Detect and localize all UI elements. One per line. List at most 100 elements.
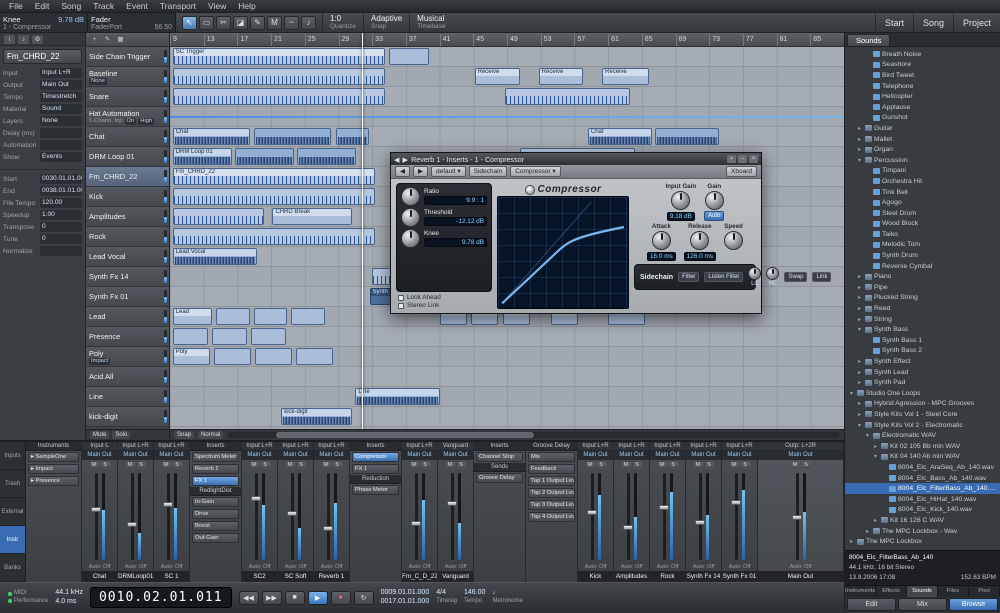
strip-input[interactable]: Input L+R [650,442,685,451]
playhead[interactable] [362,33,363,429]
strip-output[interactable]: Main Out [154,451,189,460]
track-lane[interactable]: kick-digit [170,407,844,427]
browser-item[interactable]: 8004_Elc_FilterBass_Ab_140.wav [845,483,1000,494]
fader[interactable] [695,473,705,560]
inspector-value[interactable]: 0 [40,222,82,232]
mute-button[interactable]: M [321,461,331,469]
browser-item[interactable]: ▸ Guitar [845,123,1000,134]
browser-item[interactable]: ▸ Synth Pad [845,377,1000,388]
strip-name[interactable]: Chat [82,571,117,582]
insert-slot[interactable]: Tap 3 Output Level [528,500,575,510]
solo-button[interactable]: S [172,461,182,469]
menu-help[interactable]: Help [232,1,261,11]
solo-button[interactable]: S [740,461,750,469]
strip-input[interactable]: Input L+R [686,442,721,451]
close-icon[interactable]: × [749,155,758,163]
fader[interactable] [323,473,333,560]
clip[interactable]: Poly [172,348,210,365]
browser-item[interactable]: Bird Tweet [845,70,1000,81]
speed-knob[interactable] [724,231,744,250]
insert-slot[interactable]: Boost [192,521,239,531]
track-row[interactable]: Line [86,387,169,407]
track-chip[interactable]: None [89,77,107,85]
browser-item[interactable]: Synth Bass 1 [845,335,1000,346]
browser-item[interactable]: ▾ Kit 04 140 Ab min WAV [845,452,1000,463]
browser-item[interactable]: Melodic Tom [845,240,1000,251]
mute-button[interactable]: M [161,461,171,469]
browser-item[interactable]: ▾ Style Kits Vol 2 - Electromatic [845,420,1000,431]
track-lane[interactable]: Receive Receive Receive [170,67,844,87]
clip[interactable] [215,308,250,325]
solo-button[interactable]: S [332,461,342,469]
track-lane[interactable]: Chat Chat [170,127,844,147]
inspector-value[interactable] [40,246,82,256]
automation-mode[interactable]: Auto: Off [118,563,153,571]
clip[interactable] [253,308,288,325]
insert-slot[interactable]: Compressor [352,452,399,462]
browser-item[interactable]: ▸ Kit 16 126 C WAV [845,515,1000,526]
strip-input[interactable]: Input L+R [402,442,437,451]
nav-prev-icon[interactable]: ◀ [394,155,400,164]
fader-thumb[interactable] [792,514,802,520]
track-chip[interactable]: Impact [89,357,111,365]
release-knob[interactable] [690,231,710,250]
solo-all-button[interactable]: Solo [112,431,131,439]
menu-file[interactable]: File [3,1,29,11]
clip[interactable]: Receive [602,68,650,85]
ratio-knob[interactable] [401,187,420,206]
clip[interactable] [655,128,720,145]
strip-output[interactable]: Main Out [758,451,843,460]
mixer-tab-external[interactable]: External [0,498,25,526]
fader-thumb[interactable] [323,526,333,532]
track-row[interactable]: Acid All [86,367,169,387]
track-chip[interactable]: On [124,117,137,125]
auto-gain-button[interactable]: Auto [704,211,725,221]
strip-input[interactable]: Input L+R [118,442,153,451]
track-row[interactable]: kick-digit [86,407,169,427]
browser-tab-sounds[interactable]: Sounds [907,586,938,597]
inspector-value[interactable]: Timestretch [40,92,82,102]
mute-button[interactable]: M [657,461,667,469]
browser-item[interactable]: ▸ Piano [845,271,1000,282]
clip[interactable] [170,107,844,127]
browser-tab-files[interactable]: Files [938,586,969,597]
clip[interactable] [254,348,292,365]
clip[interactable]: DRM Loop 01 [172,148,232,165]
fader[interactable] [587,473,597,560]
threshold-knob[interactable] [401,208,420,227]
fader[interactable] [163,473,173,560]
listen-tool-icon[interactable]: ♪ [301,15,316,30]
track-row[interactable]: Kick [86,187,169,207]
clip[interactable]: Line [355,388,440,405]
solo-button[interactable]: S [296,461,306,469]
clip[interactable] [504,88,630,105]
automation-mode[interactable]: Auto: Off [650,563,685,571]
strip-name[interactable]: SC Soft [278,571,313,582]
track-row[interactable]: Rock [86,227,169,247]
clip[interactable]: Chat [172,128,251,145]
clip[interactable] [389,48,430,65]
mute-button[interactable]: M [285,461,295,469]
menu-event[interactable]: Event [120,1,154,11]
clip[interactable] [172,208,264,225]
clip[interactable]: kick-digit [281,408,352,425]
browser-item[interactable]: Gunshot [845,113,1000,124]
input-gain-knob[interactable] [671,191,691,210]
browser-item[interactable]: Agogo [845,197,1000,208]
preset-select[interactable]: default ▾ [431,166,466,177]
strip-output[interactable]: Main Out [722,451,757,460]
timeline-ruler[interactable]: 9 13 17 21 25 29 33 37 41 45 49 53 57 61 65 69 73 77 81 85 [170,33,844,47]
clip[interactable]: Chat [587,128,652,145]
clip[interactable]: Receive [474,68,521,85]
browser-item[interactable]: 8004_Elc_Bass_Ab_140.wav [845,473,1000,484]
solo-button[interactable]: S [632,461,642,469]
inspector-value[interactable]: 1.00 [40,210,82,220]
track-lane[interactable] [170,107,844,127]
inspector-value[interactable]: 120.00 [40,198,82,208]
browser-item[interactable]: Seashore [845,60,1000,71]
lc-knob[interactable] [748,267,762,280]
browser-item[interactable]: 8004_Elc_HiHat_140.wav [845,494,1000,505]
automation-mode[interactable]: Auto: Off [402,563,437,571]
view-button-browse[interactable]: Browse [949,598,998,611]
solo-button[interactable]: S [596,461,606,469]
